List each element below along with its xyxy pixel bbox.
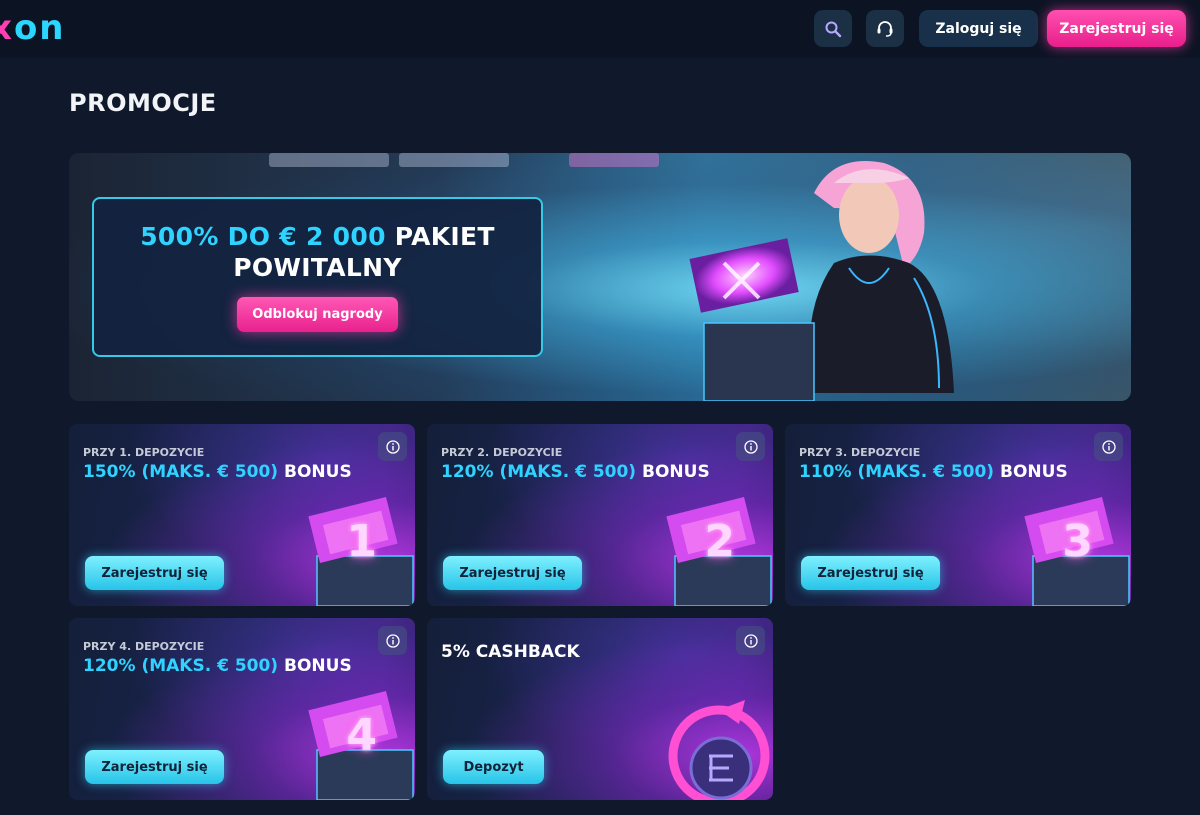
card-title-rest: BONUS <box>636 462 710 482</box>
gift-number: 2 <box>704 516 735 567</box>
gift-number: 1 <box>346 516 377 567</box>
hero-title: 500% DO € 2 000 PAKIET POWITALNY <box>140 221 495 283</box>
promo-card-deposit-2: PRZY 2. DEPOZYCIE 120% (MAKS. € 500) BON… <box>427 424 773 606</box>
info-icon[interactable] <box>736 626 765 655</box>
hero-bg-light <box>399 153 509 167</box>
card-title-rest: BONUS <box>994 462 1068 482</box>
card-title-rest: BONUS <box>278 462 352 482</box>
promo-card-deposit-1: PRZY 1. DEPOZYCIE 150% (MAKS. € 500) BON… <box>69 424 415 606</box>
card-title: 150% (MAKS. € 500) BONUS <box>83 462 352 482</box>
promo-card-deposit-4: PRZY 4. DEPOZYCIE 120% (MAKS. € 500) BON… <box>69 618 415 800</box>
hero-bg-light <box>569 153 659 167</box>
hero-title-line2: POWITALNY <box>233 253 402 282</box>
gift-number: 4 <box>346 710 377 761</box>
card-label: PRZY 2. DEPOZYCIE <box>441 446 563 459</box>
card-title-highlight: 150% (MAKS. € 500) <box>83 462 279 482</box>
info-icon[interactable] <box>736 432 765 461</box>
login-button[interactable]: Zaloguj się <box>919 10 1038 47</box>
card-title-highlight: 120% (MAKS. € 500) <box>441 462 637 482</box>
promo-card-cashback: 5% CASHBACK Depozyt <box>427 618 773 800</box>
register-button[interactable]: Zarejestruj się <box>1047 10 1186 47</box>
info-icon[interactable] <box>378 626 407 655</box>
card-title: 5% CASHBACK <box>441 642 580 662</box>
card-label: PRZY 4. DEPOZYCIE <box>83 640 205 653</box>
cashback-coin-icon <box>668 700 770 800</box>
card-register-button[interactable]: Zarejestruj się <box>443 556 582 590</box>
headset-icon <box>877 20 893 37</box>
support-button[interactable] <box>866 10 904 47</box>
logo-x: x <box>0 8 14 48</box>
info-icon[interactable] <box>1094 432 1123 461</box>
info-icon[interactable] <box>378 432 407 461</box>
search-button[interactable] <box>814 10 852 47</box>
logo[interactable]: x on <box>0 10 66 46</box>
promo-card-deposit-3: PRZY 3. DEPOZYCIE 110% (MAKS. € 500) BON… <box>785 424 1131 606</box>
hero-title-highlight: 500% DO € 2 000 <box>140 222 386 251</box>
card-title-rest: BONUS <box>278 656 352 676</box>
hero-banner: 500% DO € 2 000 PAKIET POWITALNY Odbloku… <box>69 153 1131 401</box>
gift-number: 3 <box>1062 516 1093 567</box>
card-title-highlight: 110% (MAKS. € 500) <box>799 462 995 482</box>
top-header: x on Zaloguj się Zarejestruj się <box>0 0 1200 58</box>
hero-character-illustration <box>689 161 954 401</box>
page-title: PROMOCJE <box>69 89 217 117</box>
card-label: PRZY 3. DEPOZYCIE <box>799 446 921 459</box>
hero-offer-box: 500% DO € 2 000 PAKIET POWITALNY Odbloku… <box>92 197 543 357</box>
card-title-highlight: 120% (MAKS. € 500) <box>83 656 279 676</box>
logo-on: on <box>13 8 66 48</box>
hero-title-rest: PAKIET <box>385 222 495 251</box>
card-register-button[interactable]: Zarejestruj się <box>85 750 224 784</box>
search-icon <box>825 21 842 37</box>
card-register-button[interactable]: Zarejestruj się <box>801 556 940 590</box>
hero-bg-light <box>269 153 389 167</box>
card-title: 110% (MAKS. € 500) BONUS <box>799 462 1068 482</box>
unlock-rewards-button[interactable]: Odblokuj nagrody <box>237 297 398 332</box>
card-register-button[interactable]: Zarejestruj się <box>85 556 224 590</box>
card-title: 120% (MAKS. € 500) BONUS <box>83 656 352 676</box>
card-label: PRZY 1. DEPOZYCIE <box>83 446 205 459</box>
deposit-button[interactable]: Depozyt <box>443 750 544 784</box>
card-title: 120% (MAKS. € 500) BONUS <box>441 462 710 482</box>
